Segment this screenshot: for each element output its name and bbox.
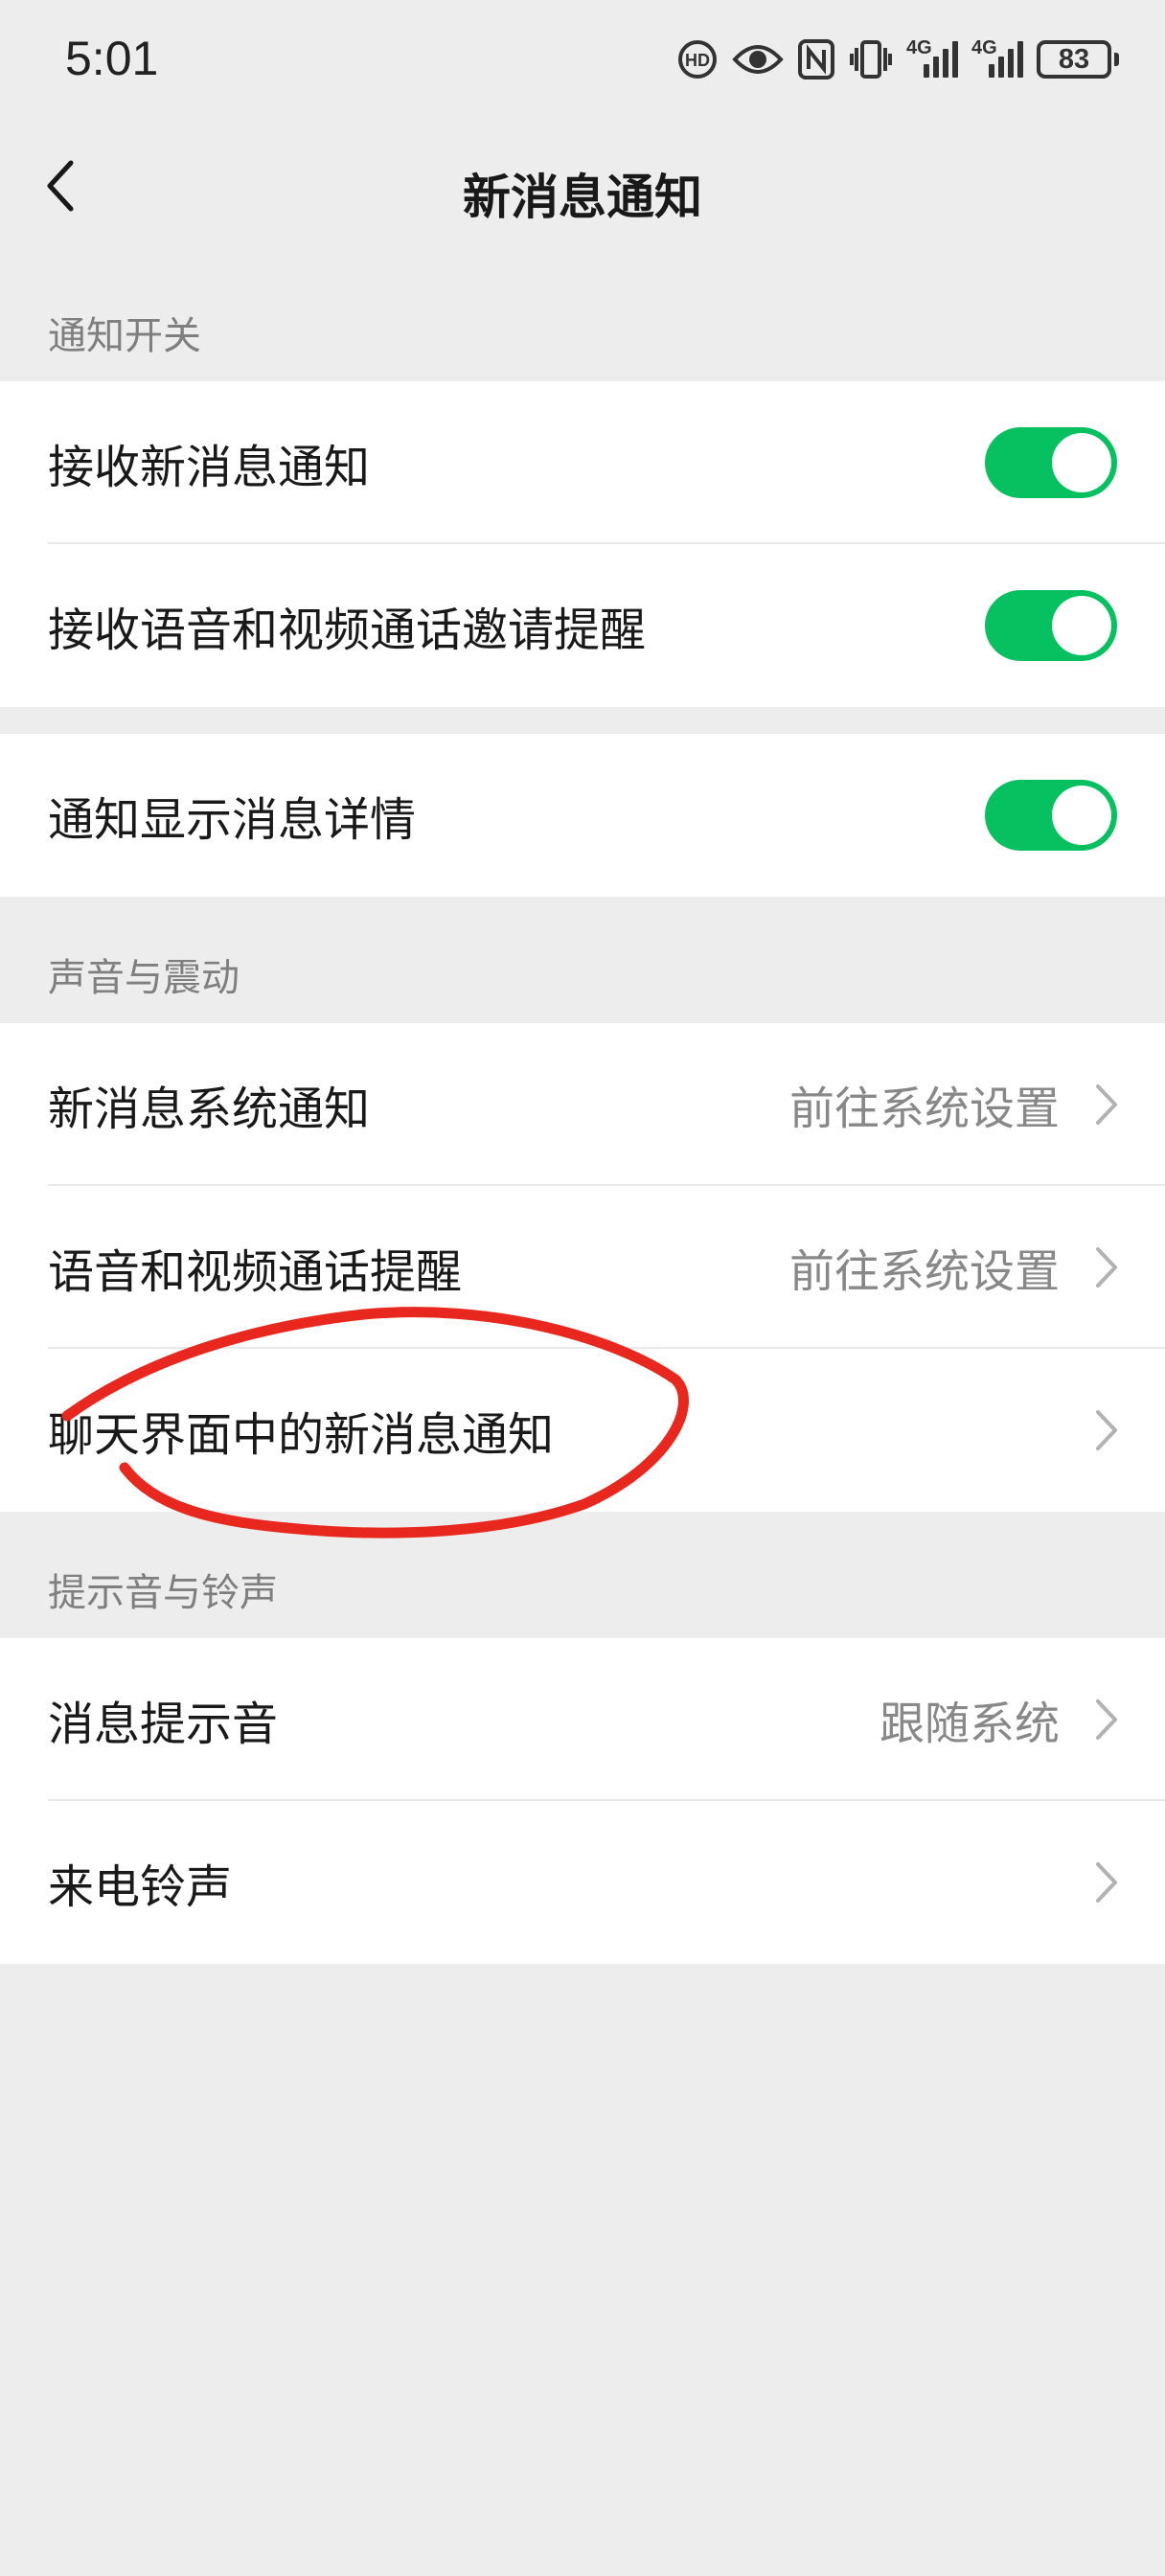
row-label: 通知显示消息详情 [48, 793, 417, 847]
section-header-sound-vibration: 声音与震动 [48, 956, 240, 1000]
row-in-chat-notification[interactable]: 聊天界面中的新消息通知 [0, 1349, 1165, 1512]
hd-call-icon: HD [678, 40, 717, 79]
card-tones: 消息提示音 跟随系统 来电铃声 [0, 1638, 1165, 1964]
chevron-right-icon [1096, 1084, 1117, 1125]
signal-icon: 4G [971, 37, 1023, 78]
row-label: 消息提示音 [48, 1698, 279, 1751]
row-call-reminder[interactable]: 语音和视频通话提醒 前往系统设置 [0, 1186, 1165, 1349]
row-label: 来电铃声 [48, 1860, 233, 1914]
row-message-tone[interactable]: 消息提示音 跟随系统 [0, 1638, 1165, 1801]
row-label: 聊天界面中的新消息通知 [48, 1408, 555, 1462]
chevron-right-icon [1096, 1699, 1117, 1740]
row-value: 跟随系统 [879, 1698, 1060, 1751]
nav-bar: 新消息通知 [0, 123, 1165, 249]
row-system-notification[interactable]: 新消息系统通知 前往系统设置 [0, 1023, 1165, 1186]
toggle-call-invite-reminder[interactable] [985, 590, 1117, 661]
toggle-show-message-details[interactable] [985, 780, 1117, 851]
page-title: 新消息通知 [463, 170, 702, 225]
vibrate-icon [850, 40, 892, 79]
row-value: 前往系统设置 [789, 1245, 1060, 1299]
chevron-right-icon [1096, 1862, 1117, 1903]
row-call-invite-reminder[interactable]: 接收语音和视频通话邀请提醒 [0, 544, 1165, 707]
chevron-right-icon [1096, 1247, 1117, 1288]
card-notification-switch: 接收新消息通知 接收语音和视频通话邀请提醒 [0, 381, 1165, 707]
section-header-tones: 提示音与铃声 [48, 1571, 278, 1615]
toggle-receive-new-message[interactable] [985, 427, 1117, 498]
battery-level: 83 [1037, 40, 1111, 79]
section-header-notification-switch: 通知开关 [48, 314, 201, 358]
row-label: 接收新消息通知 [48, 441, 371, 494]
status-bar: 5:01 HD 4G 4G 83 [0, 0, 1165, 123]
nfc-icon [798, 39, 834, 80]
row-value: 前往系统设置 [789, 1083, 1060, 1136]
chevron-right-icon [1096, 1410, 1117, 1450]
status-icons: HD 4G 4G 83 [676, 31, 1119, 88]
row-label: 接收语音和视频通话邀请提醒 [48, 604, 647, 657]
signal-icon: 4G [906, 37, 958, 78]
row-label: 新消息系统通知 [48, 1083, 371, 1136]
row-label: 语音和视频通话提醒 [48, 1245, 463, 1299]
row-ringtone[interactable]: 来电铃声 [0, 1801, 1165, 1964]
card-message-details: 通知显示消息详情 [0, 734, 1165, 897]
status-time: 5:01 [65, 32, 159, 85]
eye-icon [732, 45, 784, 74]
row-show-message-details[interactable]: 通知显示消息详情 [0, 734, 1165, 897]
card-sound-vibration: 新消息系统通知 前往系统设置 语音和视频通话提醒 前往系统设置 聊天界面中的新消… [0, 1023, 1165, 1512]
row-receive-new-message[interactable]: 接收新消息通知 [0, 381, 1165, 544]
battery-icon: 83 [1037, 40, 1119, 79]
svg-text:HD: HD [685, 51, 710, 70]
